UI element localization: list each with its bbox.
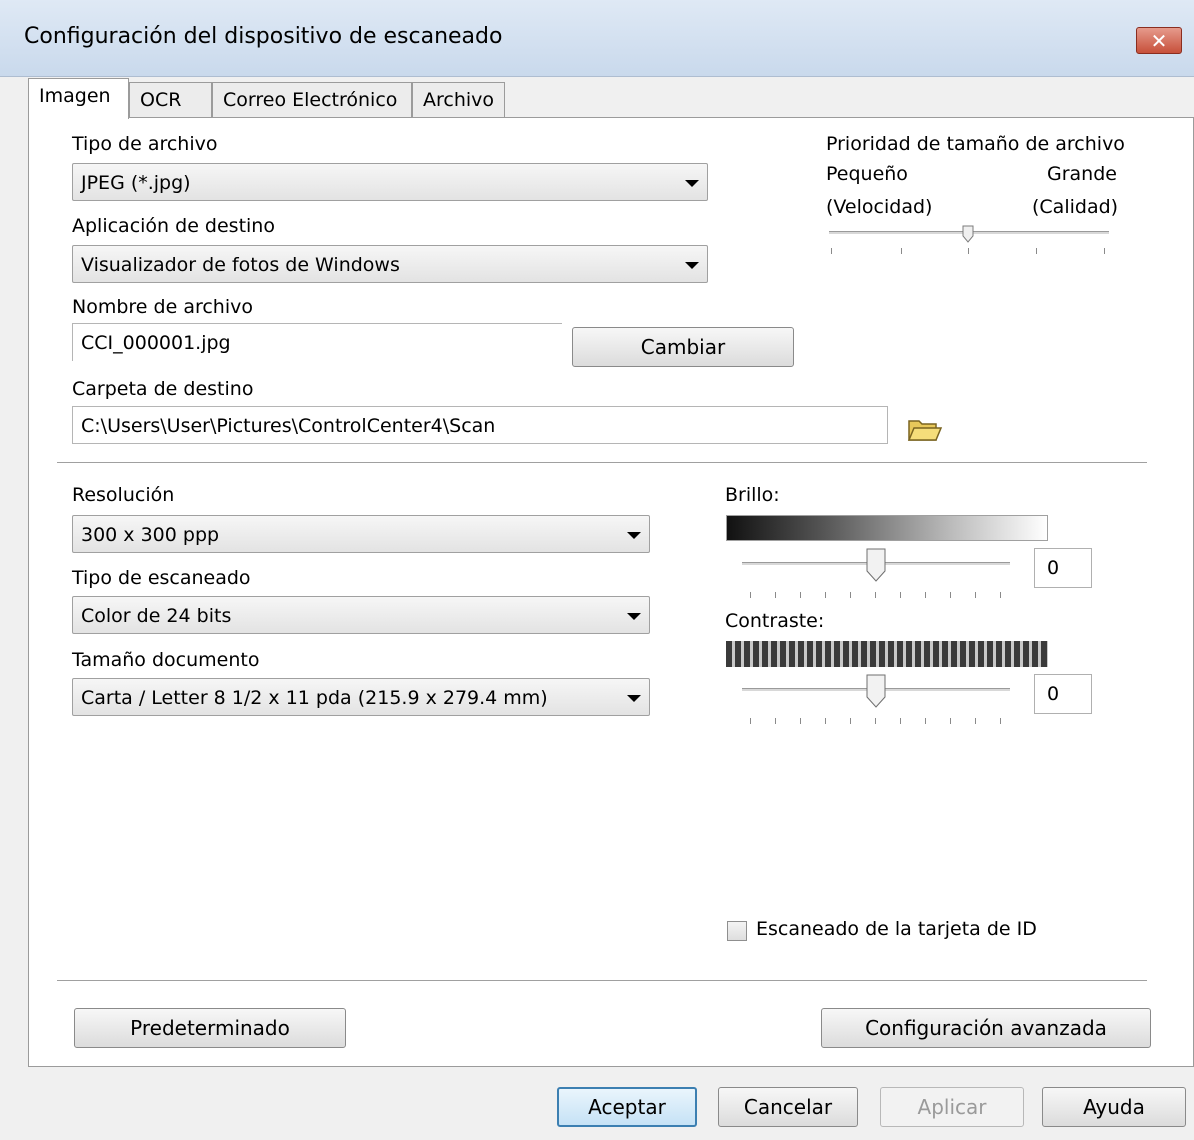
title-bar: Configuración del dispositivo de escanea… <box>0 0 1194 77</box>
tick <box>950 718 951 724</box>
brightness-gradient-bar <box>726 515 1048 541</box>
chevron-down-icon <box>685 180 699 187</box>
tick <box>1000 718 1001 724</box>
tick <box>925 718 926 724</box>
tick <box>775 718 776 724</box>
size-priority-large-label: Grande <box>1047 163 1117 185</box>
tick <box>750 718 751 724</box>
scan-type-label: Tipo de escaneado <box>72 567 251 589</box>
tick <box>901 248 902 254</box>
change-button[interactable]: Cambiar <box>572 327 794 367</box>
id-card-label: Escaneado de la tarjeta de ID <box>756 918 1037 940</box>
resolution-value: 300 x 300 ppp <box>81 524 220 546</box>
tab-ocr[interactable]: OCR <box>129 82 212 118</box>
dialog-title: Configuración del dispositivo de escanea… <box>24 24 503 49</box>
file-type-label: Tipo de archivo <box>72 133 218 155</box>
tick <box>975 718 976 724</box>
tick <box>800 718 801 724</box>
tick <box>850 718 851 724</box>
dest-folder-field[interactable]: C:\Users\User\Pictures\ControlCenter4\Sc… <box>72 406 888 444</box>
folder-icon[interactable] <box>902 410 944 446</box>
target-app-select[interactable]: Visualizador de fotos de Windows <box>72 245 708 283</box>
file-name-label: Nombre de archivo <box>72 296 253 318</box>
tick <box>900 592 901 598</box>
chevron-down-icon <box>627 532 641 539</box>
tick <box>968 248 969 254</box>
cancel-button[interactable]: Cancelar <box>718 1087 858 1127</box>
tick <box>1036 248 1037 254</box>
size-priority-quality-label: (Calidad) <box>1032 196 1119 218</box>
brightness-value: 0 <box>1047 557 1060 579</box>
scan-settings-dialog: Configuración del dispositivo de escanea… <box>0 0 1194 1140</box>
brightness-value-box[interactable]: 0 <box>1034 548 1092 588</box>
tab-panel-imagen: Tipo de archivo JPEG (*.jpg) Aplicación … <box>28 117 1194 1067</box>
tick <box>950 592 951 598</box>
dest-folder-label: Carpeta de destino <box>72 378 254 400</box>
tick <box>800 592 801 598</box>
section-divider <box>57 462 1147 463</box>
file-name-field[interactable]: CCI_000001.jpg <box>72 323 562 361</box>
tick <box>775 592 776 598</box>
size-priority-speed-label: (Velocidad) <box>826 196 933 218</box>
tick <box>825 592 826 598</box>
scan-type-select[interactable]: Color de 24 bits <box>72 596 650 634</box>
id-card-checkbox[interactable] <box>727 921 747 941</box>
chevron-down-icon <box>627 695 641 702</box>
tab-email[interactable]: Correo Electrónico <box>212 82 412 118</box>
file-name-value: CCI_000001.jpg <box>81 332 231 354</box>
tick <box>850 592 851 598</box>
default-button[interactable]: Predeterminado <box>74 1008 346 1048</box>
target-app-label: Aplicación de destino <box>72 215 275 237</box>
brightness-slider-thumb[interactable] <box>866 548 886 582</box>
chevron-down-icon <box>685 262 699 269</box>
tick <box>925 592 926 598</box>
contrast-slider-thumb[interactable] <box>866 674 886 708</box>
tick <box>825 718 826 724</box>
dest-folder-value: C:\Users\User\Pictures\ControlCenter4\Sc… <box>81 415 496 437</box>
advanced-settings-button[interactable]: Configuración avanzada <box>821 1008 1151 1048</box>
ok-button[interactable]: Aceptar <box>557 1087 697 1127</box>
brightness-label: Brillo: <box>725 484 780 506</box>
tick <box>900 718 901 724</box>
contrast-value: 0 <box>1047 683 1060 705</box>
apply-button[interactable]: Aplicar <box>880 1087 1024 1127</box>
size-priority-small-label: Pequeño <box>826 163 908 185</box>
size-priority-title: Prioridad de tamaño de archivo <box>826 133 1125 155</box>
chevron-down-icon <box>627 613 641 620</box>
doc-size-label: Tamaño documento <box>72 649 260 671</box>
help-button[interactable]: Ayuda <box>1042 1087 1186 1127</box>
close-button[interactable]: ✕ <box>1136 27 1182 54</box>
tick <box>831 248 832 254</box>
tick <box>875 718 876 724</box>
tab-imagen[interactable]: Imagen <box>28 78 129 119</box>
contrast-pattern-bar <box>726 641 1048 667</box>
tick <box>975 592 976 598</box>
tick <box>1104 248 1105 254</box>
doc-size-value: Carta / Letter 8 1/2 x 11 pda (215.9 x 2… <box>81 687 548 709</box>
tick <box>750 592 751 598</box>
file-type-value: JPEG (*.jpg) <box>81 172 191 194</box>
size-priority-slider-thumb[interactable] <box>961 224 975 243</box>
target-app-value: Visualizador de fotos de Windows <box>81 254 400 276</box>
resolution-select[interactable]: 300 x 300 ppp <box>72 515 650 553</box>
contrast-label: Contraste: <box>725 610 825 632</box>
tick <box>875 592 876 598</box>
file-type-select[interactable]: JPEG (*.jpg) <box>72 163 708 201</box>
contrast-value-box[interactable]: 0 <box>1034 674 1092 714</box>
scan-type-value: Color de 24 bits <box>81 605 232 627</box>
doc-size-select[interactable]: Carta / Letter 8 1/2 x 11 pda (215.9 x 2… <box>72 678 650 716</box>
tab-archivo[interactable]: Archivo <box>412 82 505 118</box>
resolution-label: Resolución <box>72 484 175 506</box>
tick <box>1000 592 1001 598</box>
bottom-divider <box>57 980 1147 981</box>
